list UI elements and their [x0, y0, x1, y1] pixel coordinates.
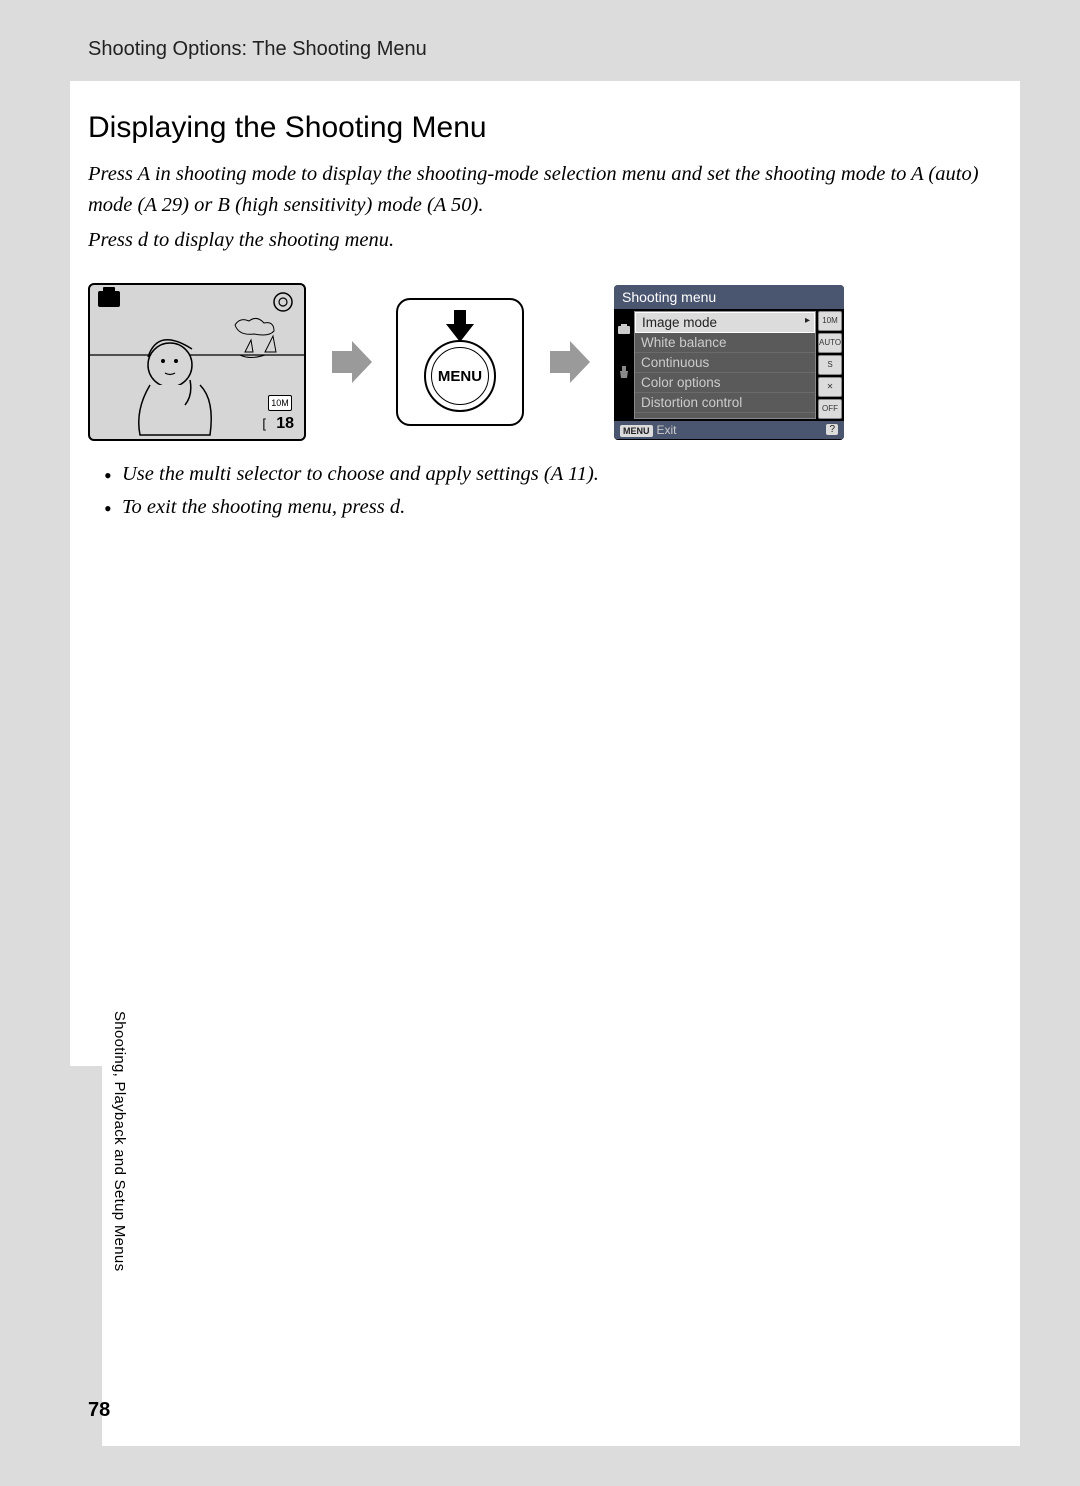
page: Shooting Options: The Shooting Menu Disp…	[70, 35, 1020, 1446]
menu-item-white-balance[interactable]: White balance	[635, 333, 815, 353]
page-content: Displaying the Shooting Menu Press A in …	[70, 111, 1020, 523]
menu-item-distortion[interactable]: Distortion control	[635, 393, 815, 413]
side-tab	[70, 1066, 102, 1446]
camera-tab-icon	[617, 323, 631, 335]
menu-label: MENU	[438, 368, 482, 385]
figure-row: 10M [ 18 MENU	[88, 283, 1000, 441]
menu-circle: MENU	[424, 340, 496, 412]
image-mode-badge: 10M	[268, 395, 292, 411]
exit-label[interactable]: Exit	[657, 423, 677, 437]
side-section-label: Shooting, Playback and Setup Menus	[111, 1011, 128, 1271]
shooting-menu-list: Image mode White balance Continuous Colo…	[634, 311, 816, 419]
menu-item-image-mode[interactable]: Image mode	[635, 312, 815, 333]
shots-remaining: 18	[276, 415, 294, 433]
menu-item-continuous[interactable]: Continuous	[635, 353, 815, 373]
camera-lcd-illustration: 10M [ 18	[88, 283, 306, 441]
setup-tab-icon	[618, 365, 630, 379]
intro-paragraph-2: Press d to display the shooting menu.	[88, 225, 1000, 256]
value-chip: 10M	[818, 311, 842, 331]
menu-button-illustration: MENU	[396, 298, 524, 426]
bullet-item: To exit the shooting menu, press d.	[88, 492, 1000, 523]
value-chip: S	[818, 355, 842, 375]
intro-paragraph-1: Press A in shooting mode to display the …	[88, 159, 1000, 221]
shooting-menu-title: Shooting menu	[614, 285, 844, 309]
bullet-item: Use the multi selector to choose and app…	[88, 459, 1000, 490]
value-chip: OFF	[818, 399, 842, 419]
camera-icon	[98, 291, 120, 307]
shooting-menu-tabs	[614, 309, 634, 421]
shooting-menu-footer: MENU Exit ?	[614, 421, 844, 439]
running-header: Shooting Options: The Shooting Menu	[0, 0, 1080, 81]
vr-icon	[272, 291, 294, 318]
arrow-right-icon	[544, 337, 594, 387]
page-number: 78	[88, 1399, 110, 1422]
memory-icon: [	[262, 416, 266, 431]
arrow-down-icon	[442, 308, 478, 344]
arrow-right-icon	[326, 337, 376, 387]
menu-item-color-options[interactable]: Color options	[635, 373, 815, 393]
value-chip: ✕	[818, 377, 842, 397]
help-icon[interactable]: ?	[826, 424, 838, 435]
value-chip: AUTO	[818, 333, 842, 353]
shooting-menu-screen: Shooting menu Image mode White balance C…	[614, 285, 844, 440]
menu-tag: MENU	[620, 425, 653, 437]
page-title: Displaying the Shooting Menu	[88, 111, 1000, 145]
shooting-menu-values: 10M AUTO S ✕ OFF	[818, 309, 844, 421]
bullet-list: Use the multi selector to choose and app…	[88, 459, 1000, 523]
